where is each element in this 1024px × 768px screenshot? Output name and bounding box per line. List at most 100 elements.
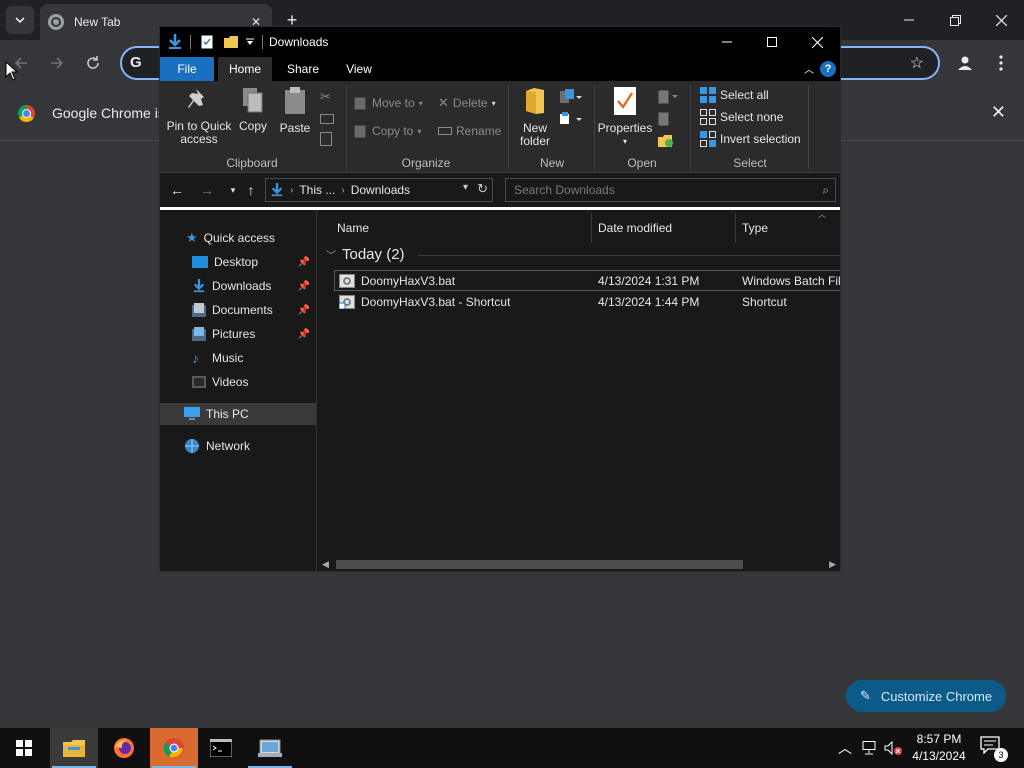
chrome-close-button[interactable] [978, 0, 1024, 40]
nav-item-desktop[interactable]: Desktop 📌 [160, 251, 316, 273]
nav-label: Pictures [212, 327, 256, 341]
rename-button[interactable]: Rename [438, 121, 501, 141]
properties-button[interactable]: Properties ▾ [596, 87, 654, 148]
chevron-up-icon[interactable]: ︿ [804, 61, 814, 76]
address-dropdown-icon[interactable]: ▾ [463, 182, 468, 193]
taskbar-chrome[interactable] [150, 728, 198, 768]
edit-button[interactable] [658, 109, 672, 129]
taskbar-command-prompt[interactable] [197, 728, 245, 768]
properties-label: Properties [597, 121, 653, 135]
nav-item-pictures[interactable]: Pictures 📌 [160, 323, 316, 345]
new-folder-button[interactable]: New folder [512, 87, 558, 148]
network-tray-icon[interactable] [862, 728, 880, 768]
nav-item-videos[interactable]: Videos [160, 371, 316, 393]
new-folder-label: New folder [519, 121, 551, 148]
tab-search-button[interactable] [6, 6, 34, 34]
recent-locations-chevron-icon[interactable]: ▾ [224, 180, 242, 200]
qat-customize-icon[interactable] [244, 33, 256, 51]
nav-item-documents[interactable]: Documents 📌 [160, 299, 316, 321]
nav-item-network[interactable]: Network [160, 435, 316, 457]
select-all-button[interactable]: Select all [700, 85, 769, 105]
customize-chrome-button[interactable]: ✎ Customize Chrome [846, 680, 1006, 712]
column-header-name[interactable]: Name [318, 213, 592, 243]
scrollbar-thumb[interactable] [336, 560, 743, 569]
breadcrumb-this-pc[interactable]: This ... [299, 183, 335, 197]
explorer-maximize-button[interactable] [749, 27, 795, 57]
chrome-restore-button[interactable] [932, 0, 978, 40]
copy-to-button[interactable]: Copy to ▾ [354, 121, 421, 141]
new-item-button[interactable] [560, 87, 582, 107]
select-all-icon [700, 87, 716, 103]
invert-selection-button[interactable]: Invert selection [700, 129, 801, 149]
select-none-button[interactable]: Select none [700, 107, 783, 127]
chrome-menu-button[interactable] [988, 50, 1014, 76]
help-icon[interactable]: ? [820, 61, 836, 77]
nav-item-music[interactable]: ♪ Music [160, 347, 316, 369]
reload-button[interactable] [80, 50, 106, 76]
history-button[interactable] [658, 131, 674, 151]
copy-path-button[interactable] [320, 109, 334, 129]
navigation-pane: ★ Quick access Desktop 📌 Downloads 📌 Doc… [160, 210, 317, 571]
column-header-date-modified[interactable]: Date modified [592, 213, 736, 243]
breadcrumb-downloads[interactable]: Downloads [351, 183, 410, 197]
delete-button[interactable]: ✕ Delete ▾ [438, 93, 496, 113]
search-downloads-input[interactable]: Search Downloads ⌕ [505, 178, 836, 202]
open-button[interactable] [658, 87, 678, 107]
easy-access-button[interactable] [560, 109, 582, 129]
horizontal-scrollbar[interactable]: ◀ ▶ [318, 556, 840, 571]
taskbar-control-panel[interactable] [246, 728, 294, 768]
paste-button[interactable]: Paste [276, 87, 314, 135]
pin-icon: 📌 [297, 256, 310, 268]
properties-qat-icon[interactable] [198, 33, 216, 51]
address-bar[interactable]: › This ... › Downloads ▾ ↻ [265, 178, 493, 202]
bookmark-star-icon[interactable]: ☆ [910, 53, 924, 73]
explorer-close-button[interactable] [794, 27, 840, 57]
forward-arrow-icon[interactable]: → [198, 180, 216, 200]
taskbar-file-explorer[interactable] [50, 728, 98, 768]
pin-icon [188, 89, 204, 108]
star-icon: ★ [186, 230, 198, 245]
tab-view[interactable]: View [332, 57, 386, 81]
chrome-minimize-button[interactable] [886, 0, 932, 40]
scroll-right-icon[interactable]: ▶ [829, 559, 836, 570]
profile-button[interactable] [952, 50, 978, 76]
nav-item-quick-access[interactable]: ★ Quick access [160, 227, 316, 249]
nav-label: This PC [206, 407, 249, 421]
scroll-left-icon[interactable]: ◀ [322, 559, 329, 570]
breadcrumb-separator-icon: › [290, 184, 294, 196]
show-hidden-icons-button[interactable]: ︿ [838, 728, 856, 768]
new-folder-qat-icon[interactable] [222, 33, 240, 51]
tab-share[interactable]: Share [276, 57, 330, 81]
search-icon: ⌕ [822, 183, 829, 197]
taskbar-clock[interactable]: 8:57 PM 4/13/2024 [906, 731, 972, 765]
back-arrow-icon[interactable]: ← [168, 180, 186, 200]
tab-file[interactable]: File [160, 57, 214, 81]
copy-button[interactable]: Copy [236, 87, 270, 133]
copy-to-icon [354, 125, 366, 138]
forward-button[interactable] [44, 50, 70, 76]
explorer-minimize-button[interactable] [704, 27, 750, 57]
group-header-today[interactable]: ﹀ Today (2) [326, 246, 405, 263]
refresh-icon[interactable]: ↻ [477, 181, 488, 197]
paste-shortcut-button[interactable] [320, 129, 332, 149]
column-header-type[interactable]: Type [736, 213, 840, 243]
qat-separator [188, 33, 192, 51]
file-row[interactable]: DoomyHaxV3.bat - Shortcut 4/13/2024 1:44… [334, 291, 840, 312]
qat-separator-2 [260, 33, 264, 51]
nav-item-downloads[interactable]: Downloads 📌 [160, 275, 316, 297]
volume-tray-icon[interactable] [884, 728, 906, 768]
nav-item-this-pc[interactable]: This PC [160, 403, 316, 425]
file-row[interactable]: DoomyHaxV3.bat 4/13/2024 1:31 PM Windows… [334, 270, 840, 291]
start-button[interactable] [0, 728, 48, 768]
infobar-close-icon[interactable]: ✕ [991, 102, 1006, 123]
taskbar-firefox[interactable] [100, 728, 148, 768]
up-arrow-icon[interactable]: ↑ [242, 180, 260, 200]
dropdown-arrow-icon: ▾ [417, 126, 422, 136]
file-name: DoomyHaxV3.bat - Shortcut [361, 294, 511, 309]
explorer-titlebar[interactable]: Downloads [160, 27, 840, 57]
tab-home[interactable]: Home [218, 57, 272, 81]
cut-button[interactable]: ✂ [320, 87, 331, 107]
action-center-button[interactable]: 3 [980, 736, 1008, 762]
pin-to-quick-access-button[interactable]: Pin to Quick access [164, 87, 234, 146]
move-to-button[interactable]: Move to ▾ [354, 93, 423, 113]
